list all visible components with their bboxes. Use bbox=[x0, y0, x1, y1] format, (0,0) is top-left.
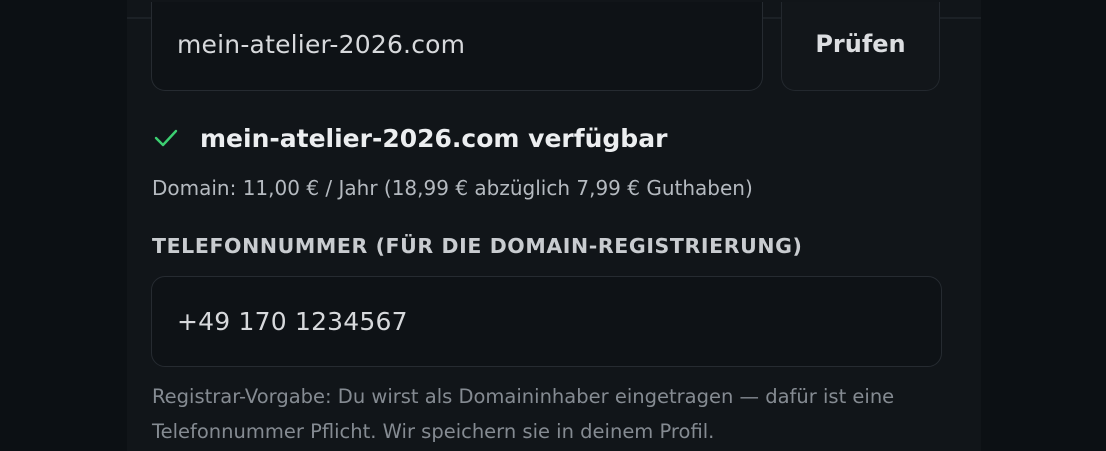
phone-label: TELEFONNUMMER (FÜR DIE DOMAIN-REGISTRIER… bbox=[152, 234, 803, 258]
check-icon bbox=[152, 124, 180, 152]
domain-price-text: Domain: 11,00 € / Jahr (18,99 € abzüglic… bbox=[152, 176, 753, 200]
registrar-note: Registrar-Vorgabe: Du wirst als Domainin… bbox=[152, 385, 895, 443]
domain-input[interactable]: mein-atelier-2026.com bbox=[151, 2, 763, 91]
phone-input-value: +49 170 1234567 bbox=[177, 307, 408, 336]
availability-status: mein-atelier-2026.com verfügbar bbox=[152, 118, 667, 158]
domain-input-value: mein-atelier-2026.com bbox=[177, 30, 466, 59]
check-domain-button[interactable]: Prüfen bbox=[781, 2, 940, 91]
phone-input[interactable]: +49 170 1234567 bbox=[151, 276, 942, 367]
availability-text: mein-atelier-2026.com verfügbar bbox=[200, 123, 668, 153]
